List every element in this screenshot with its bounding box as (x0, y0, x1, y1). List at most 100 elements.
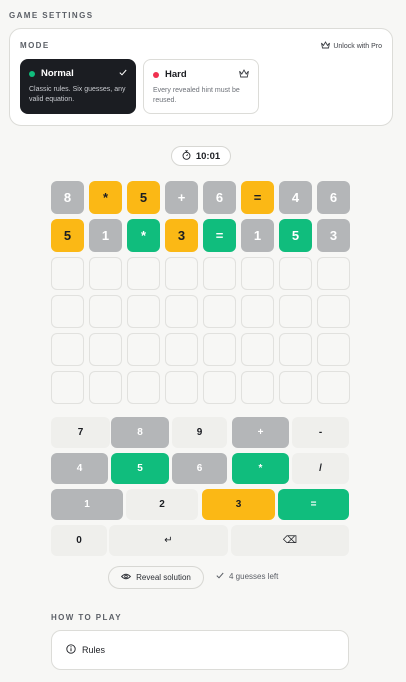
key-label: + (257, 427, 264, 438)
key-multiply[interactable]: * (232, 453, 289, 484)
board-tile: = (241, 181, 274, 214)
unlock-pro-label: Unlock with Pro (333, 42, 382, 50)
key-label: 7 (77, 427, 84, 438)
empty-tile (165, 257, 198, 290)
mode-normal-name: Normal (41, 68, 74, 79)
rules-label: Rules (82, 645, 106, 655)
empty-tile (317, 333, 350, 366)
mode-settings-card: MODE Unlock with Pro Normal Classic rule… (9, 28, 393, 126)
green-dot-icon (29, 70, 35, 77)
unlock-pro-link[interactable]: Unlock with Pro (321, 41, 382, 51)
empty-tile (241, 371, 274, 404)
empty-tile (127, 295, 160, 328)
key-label: - (318, 427, 323, 438)
mode-normal-desc: Classic rules. Six guesses, any valid eq… (29, 86, 126, 103)
mode-hard-title: Hard (153, 69, 249, 80)
empty-tile (127, 333, 160, 366)
key-plus[interactable]: + (232, 417, 289, 448)
key-7[interactable]: 7 (51, 417, 110, 448)
red-dot-icon (153, 71, 159, 78)
empty-tile (203, 257, 236, 290)
check-icon (216, 572, 224, 581)
board-tile: * (127, 219, 160, 252)
empty-tile (165, 333, 198, 366)
key-label: / (319, 463, 322, 474)
empty-tile (203, 333, 236, 366)
board-tile: 8 (51, 181, 84, 214)
key-9[interactable]: 9 (172, 417, 227, 448)
backspace-key[interactable]: ⌫ (231, 525, 349, 556)
empty-tile (127, 257, 160, 290)
board-tile: 6 (203, 181, 236, 214)
key-equals[interactable]: = (278, 489, 349, 520)
key-8[interactable]: 8 (111, 417, 169, 448)
reveal-solution-label: Reveal solution (136, 573, 191, 582)
key-2[interactable]: 2 (126, 489, 198, 520)
board-tile: 3 (165, 219, 198, 252)
key-6[interactable]: 6 (172, 453, 227, 484)
key-label: 6 (196, 463, 203, 474)
empty-tile (317, 371, 350, 404)
empty-tile (89, 295, 122, 328)
enter-key[interactable]: ↵ (109, 525, 228, 556)
empty-tile (127, 371, 160, 404)
key-label: = (310, 499, 317, 510)
empty-tile (165, 371, 198, 404)
empty-tile (203, 371, 236, 404)
board-tile: 4 (279, 181, 312, 214)
game-timer: 10:01 (171, 146, 231, 166)
key-label: 5 (137, 463, 143, 474)
empty-tile (241, 295, 274, 328)
board-tile: 1 (89, 219, 122, 252)
key-label: 2 (159, 499, 165, 510)
board-tile: 3 (317, 219, 350, 252)
key-label: 0 (76, 535, 82, 546)
check-icon (119, 68, 127, 78)
key-5[interactable]: 5 (111, 453, 169, 484)
empty-tile (89, 257, 122, 290)
reveal-solution-button[interactable]: Reveal solution (108, 566, 204, 589)
empty-tile (203, 295, 236, 328)
board-tile: + (165, 181, 198, 214)
board-tile: 5 (279, 219, 312, 252)
key-4[interactable]: 4 (51, 453, 108, 484)
key-0[interactable]: 0 (51, 525, 107, 556)
key-label: 8 (137, 427, 143, 438)
empty-tile (279, 257, 312, 290)
key-label: 1 (84, 499, 90, 510)
key-divide[interactable]: / (292, 453, 349, 484)
empty-tile (89, 333, 122, 366)
how-to-play-label: HOW TO PLAY (51, 613, 122, 622)
mode-normal-card[interactable]: Normal Classic rules. Six guesses, any v… (20, 59, 136, 114)
guesses-left-status: 4 guesses left (216, 572, 278, 581)
timer-value: 10:01 (195, 150, 221, 162)
empty-tile (317, 257, 350, 290)
mode-hard-desc: Every revealed hint must be reused. (153, 87, 240, 104)
key-label: * (258, 463, 263, 474)
key-minus[interactable]: - (292, 417, 349, 448)
mode-label: MODE (20, 41, 50, 50)
empty-tile (51, 333, 84, 366)
info-icon (66, 644, 76, 656)
board-tile: 1 (241, 219, 274, 252)
mode-hard-name: Hard (165, 69, 187, 80)
empty-tile (89, 371, 122, 404)
board-tile: * (89, 181, 122, 214)
mode-hard-card[interactable]: Hard Every revealed hint must be reused. (143, 59, 259, 114)
empty-tile (317, 295, 350, 328)
empty-tile (165, 295, 198, 328)
backspace-icon: ⌫ (282, 535, 298, 546)
crown-icon (239, 69, 249, 80)
stopwatch-icon (182, 149, 191, 163)
key-3[interactable]: 3 (202, 489, 275, 520)
empty-tile (279, 295, 312, 328)
empty-tile (51, 295, 84, 328)
guesses-left-label: 4 guesses left (229, 572, 279, 581)
game-settings-label: GAME SETTINGS (9, 11, 94, 20)
board-tile: 5 (51, 219, 84, 252)
mode-normal-title: Normal (29, 68, 127, 79)
rules-accordion[interactable]: Rules (51, 630, 349, 670)
key-1[interactable]: 1 (51, 489, 123, 520)
key-label: 4 (76, 463, 83, 474)
empty-tile (51, 257, 84, 290)
